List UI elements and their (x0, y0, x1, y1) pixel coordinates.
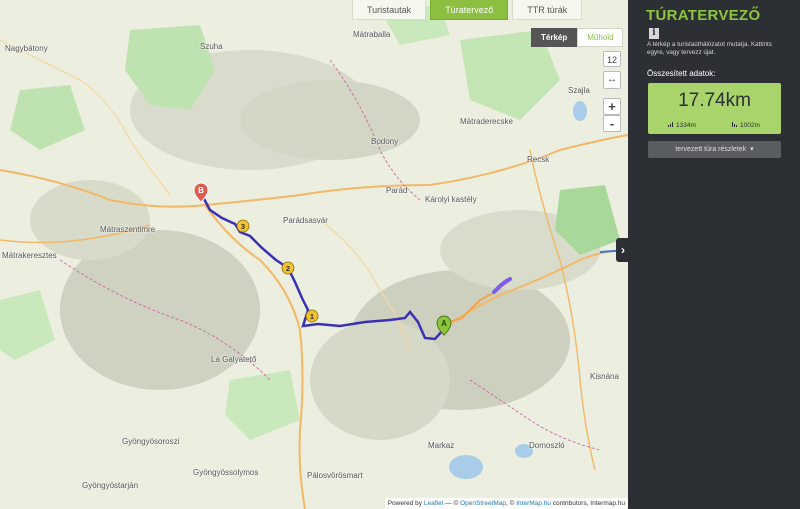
distance-value: 17.74km (678, 90, 751, 111)
map-label-szajla: Szajla (568, 86, 590, 95)
chevron-down-icon: ▾ (750, 146, 754, 153)
ascent-stat: 1334m (668, 122, 696, 129)
map-label-nagybatony: Nagybátony (5, 44, 48, 53)
descent-value: 1002m (740, 122, 760, 129)
map-label-kisnana: Kisnána (590, 372, 619, 381)
map-label-gyongyostarjan: Gyöngyöstarján (82, 481, 139, 490)
map-tiles (0, 0, 628, 509)
stats-label: Összesített adatok: (647, 69, 716, 78)
stats-box: 17.74km 1334m 1002m (648, 83, 781, 134)
map-label-gyongyossolymos: Gyöngyössolymos (193, 468, 259, 477)
map-label-domoszlo: Domoszló (529, 441, 565, 450)
map-label-matraszentimre: Mátraszentimre (100, 225, 156, 234)
map-label-szuha: Szuha (200, 42, 223, 51)
zoom-level: 12 (603, 51, 621, 67)
map-type-switch: Térkép Műhold (531, 28, 624, 47)
leaflet-link[interactable]: Leaflet (424, 500, 444, 507)
side-panel: TÚRATERVEZŐ i A térkép a turistaúthálóza… (628, 0, 800, 509)
map-view[interactable]: Mátraballa Nagybátony Szuha Bodony Mátra… (0, 0, 628, 509)
map-label-bodony: Bodony (371, 137, 399, 146)
osm-link[interactable]: OpenStreetMap (460, 500, 506, 507)
map-label-matraderecske: Mátraderecske (460, 117, 513, 126)
attribution-prefix: Powered by (387, 500, 423, 507)
map-label-parad: Parád (386, 186, 408, 195)
attribution-sep2: , © (506, 500, 515, 507)
attribution-suffix: contributors, Intermap.hu (552, 500, 625, 507)
zoom-fit-icon[interactable]: ↔ (603, 71, 621, 89)
map-label-matraballa: Mátraballa (353, 30, 391, 39)
map-label-karolyi: Károlyi kastély (425, 195, 477, 204)
route-details-label: tervezett túra részletek (675, 146, 747, 153)
ascent-icon (668, 122, 673, 127)
attribution-sep: — © (445, 500, 459, 507)
ascent-value: 1334m (676, 122, 696, 129)
map-label-parasasvar: Parádsasvár (283, 216, 328, 225)
panel-description: A térkép a turistaúthálózatot mutatja. K… (647, 41, 772, 56)
map-type-map-button[interactable]: Térkép (531, 28, 578, 47)
map-label-lahaza: La Galyatető (211, 355, 257, 364)
map-label-markaz: Markaz (428, 441, 455, 450)
descent-icon (732, 122, 737, 127)
tab-ttr-turak[interactable]: TTR túrák (512, 0, 583, 20)
map-label-recsk: Recsk (527, 155, 550, 164)
intermap-link[interactable]: InterMap.hu (516, 500, 551, 507)
panel-title: TÚRATERVEZŐ (646, 7, 761, 24)
zoom-out-button[interactable]: - (603, 115, 621, 132)
info-icon[interactable]: i (649, 28, 659, 39)
map-label-palosvorosmart: Pálosvörösmart (307, 471, 363, 480)
map-label-matrakeresztes: Mátrakeresztes (2, 251, 57, 260)
tab-turatervezo[interactable]: Túratervező (430, 0, 509, 20)
route-details-button[interactable]: tervezett túra részletek ▾ (648, 141, 781, 158)
tab-turistautak[interactable]: Turistautak (352, 0, 427, 20)
top-tabs: Turistautak Túratervező TTR túrák (352, 0, 583, 20)
zoom-in-button[interactable]: + (603, 98, 621, 115)
descent-stat: 1002m (732, 122, 760, 129)
map-type-satellite-button[interactable]: Műhold (577, 28, 624, 47)
map-label-gyongyosoroszi: Gyöngyösoroszi (122, 437, 180, 446)
map-attribution: Powered by Leaflet — © OpenStreetMap, © … (384, 498, 628, 509)
